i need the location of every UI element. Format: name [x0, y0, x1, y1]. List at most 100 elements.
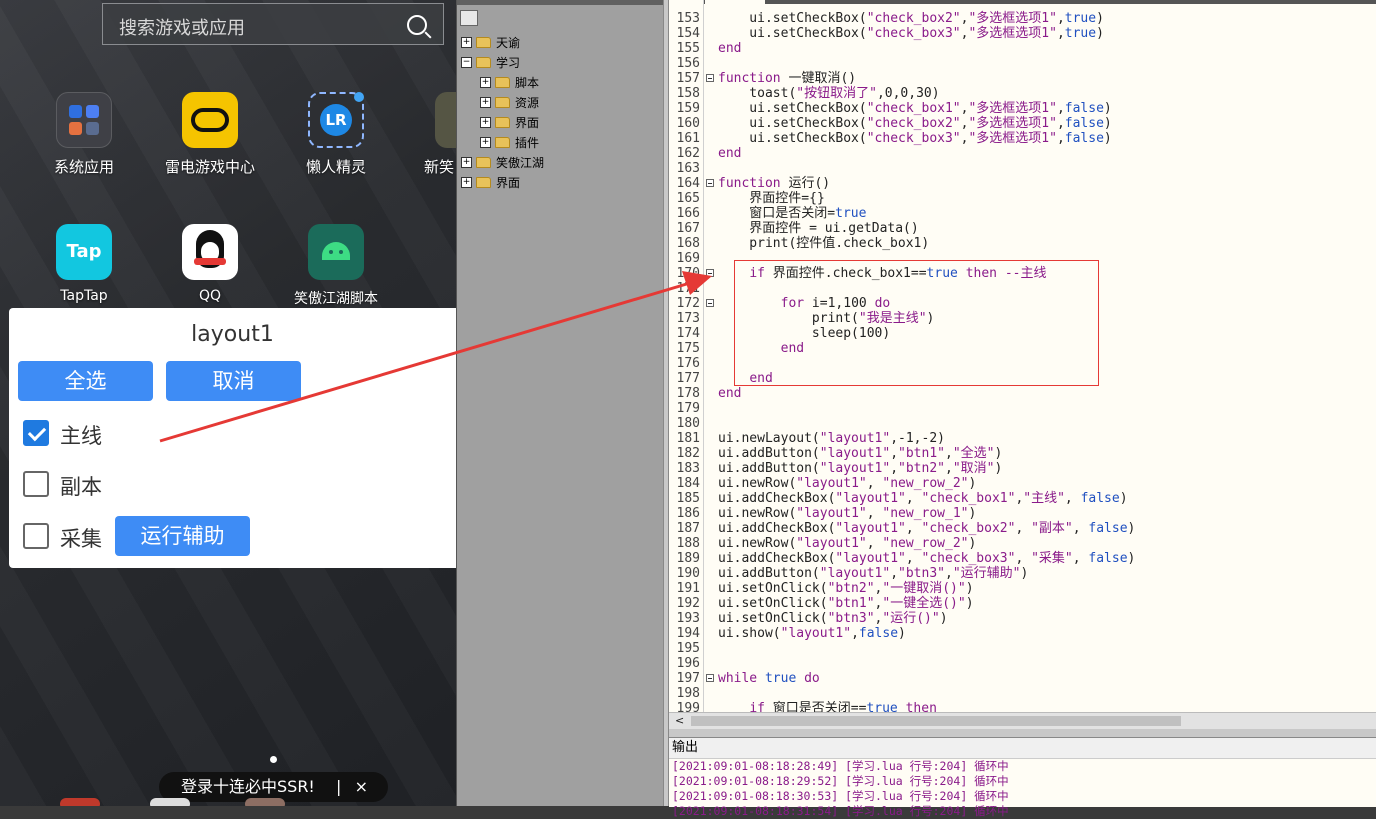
code-line[interactable]: 166 窗口是否关闭=true — [669, 206, 1376, 221]
code-line[interactable]: 159 ui.setCheckBox("check_box1","多选框选项1"… — [669, 101, 1376, 116]
run-assist-button[interactable]: 运行辅助 — [115, 516, 250, 556]
expand-icon[interactable]: + — [480, 76, 491, 88]
tree-item-scripts[interactable]: + 脚本 — [480, 72, 539, 92]
app-taptap[interactable]: Tap TapTap — [29, 224, 139, 304]
fold-toggle-icon[interactable] — [706, 269, 714, 277]
code-line[interactable]: 178 end — [669, 386, 1376, 401]
code-line[interactable]: 155 end — [669, 41, 1376, 56]
tree-item-xiaoao[interactable]: + 笑傲江湖 — [461, 152, 544, 172]
tree-item-jiemian[interactable]: + 界面 — [461, 172, 520, 192]
tree-item-label: 资源 — [515, 95, 540, 110]
code-text: end — [718, 146, 742, 161]
code-line[interactable]: 185 ui.addCheckBox("layout1", "check_box1… — [669, 491, 1376, 506]
line-number: 187 — [676, 521, 700, 536]
scrollbar-thumb[interactable] — [691, 716, 1181, 726]
code-line[interactable]: 187 ui.addCheckBox("layout1", "check_box2… — [669, 521, 1376, 536]
fold-toggle-icon[interactable] — [706, 674, 714, 682]
app-xinxiao[interactable]: 新笑 — [407, 92, 456, 177]
code-line[interactable]: 154 ui.setCheckBox("check_box3","多选框选项1"… — [669, 26, 1376, 41]
line-number: 158 — [676, 86, 700, 101]
checkbox-gather[interactable] — [23, 523, 49, 549]
expand-icon[interactable]: + — [480, 96, 491, 108]
code-line[interactable]: 163 — [669, 161, 1376, 176]
page-indicator — [270, 756, 277, 763]
tree-item-xuexi[interactable]: − 学习 — [461, 52, 520, 72]
code-line[interactable]: 183 ui.addButton("layout1","btn2","取消") — [669, 461, 1376, 476]
code-line[interactable]: 168 print(控件值.check_box1) — [669, 236, 1376, 251]
app-xiaoao-script[interactable]: 笑傲江湖脚本 — [281, 224, 391, 308]
code-line[interactable]: 164 function 运行() — [669, 176, 1376, 191]
line-number: 164 — [676, 176, 700, 191]
code-text: ui.addButton("layout1","btn1","全选") — [718, 446, 1003, 461]
app-leidian-game-center[interactable]: 雷电游戏中心 — [155, 92, 265, 177]
code-line[interactable]: 191 ui.setOnClick("btn2","一键取消()") — [669, 581, 1376, 596]
line-number: 160 — [676, 116, 700, 131]
code-text: ui.setOnClick("btn1","一键全选()") — [718, 596, 974, 611]
search-placeholder: 搜索游戏或应用 — [119, 18, 245, 39]
code-line[interactable]: 156 — [669, 56, 1376, 71]
panel-splitter[interactable] — [669, 729, 1376, 737]
cancel-button[interactable]: 取消 — [166, 361, 301, 401]
tree-item-label: 脚本 — [515, 75, 540, 90]
code-text: print(控件值.check_box1) — [718, 236, 930, 251]
expand-icon[interactable]: + — [480, 116, 491, 128]
code-line[interactable]: 181 ui.newLayout("layout1",-1,-2) — [669, 431, 1376, 446]
line-number: 174 — [676, 326, 700, 341]
toolbar-icon[interactable] — [460, 10, 478, 26]
code-line[interactable]: 192 ui.setOnClick("btn1","一键全选()") — [669, 596, 1376, 611]
lr-logo-text: LR — [320, 104, 352, 136]
code-line[interactable]: 189 ui.addCheckBox("layout1", "check_box3… — [669, 551, 1376, 566]
code-line[interactable]: 195 — [669, 641, 1376, 656]
app-system[interactable]: 系统应用 — [29, 92, 139, 177]
code-line[interactable]: 153 ui.setCheckBox("check_box2","多选框选项1"… — [669, 11, 1376, 26]
code-text: 界面控件={} — [718, 191, 825, 206]
fold-toggle-icon[interactable] — [706, 179, 714, 187]
app-lanren[interactable]: LR 懒人精灵 — [281, 92, 391, 177]
code-line[interactable]: 167 界面控件 = ui.getData() — [669, 221, 1376, 236]
code-line[interactable]: 188 ui.newRow("layout1", "new_row_2") — [669, 536, 1376, 551]
expand-icon[interactable]: + — [480, 136, 491, 148]
code-line[interactable]: 182 ui.addButton("layout1","btn1","全选") — [669, 446, 1376, 461]
app-qq[interactable]: QQ — [155, 224, 265, 304]
code-text: while true do — [718, 671, 820, 686]
expand-icon[interactable]: + — [461, 36, 472, 48]
code-line[interactable]: 193 ui.setOnClick("btn3","运行()") — [669, 611, 1376, 626]
code-line[interactable]: 197 while true do — [669, 671, 1376, 686]
search-bar[interactable]: 搜索游戏或应用 — [102, 3, 444, 45]
checkbox-dungeon[interactable] — [23, 471, 49, 497]
layout1-dialog: layout1 全选 取消 主线 副本 采集 运行辅助 — [9, 308, 456, 568]
select-all-button[interactable]: 全选 — [18, 361, 153, 401]
code-line[interactable]: 199 if 窗口是否关闭==true then — [669, 701, 1376, 712]
checkbox-mainline[interactable] — [23, 420, 49, 446]
code-line[interactable]: 190 ui.addButton("layout1","btn3","运行辅助") — [669, 566, 1376, 581]
code-line[interactable]: 180 — [669, 416, 1376, 431]
close-icon[interactable]: × — [355, 772, 368, 802]
expand-icon[interactable]: + — [461, 176, 472, 188]
tree-item-plugins[interactable]: + 插件 — [480, 132, 539, 152]
horizontal-scrollbar[interactable]: < — [669, 712, 1376, 730]
code-line[interactable]: 196 — [669, 656, 1376, 671]
collapse-icon[interactable]: − — [461, 56, 472, 68]
tree-item-resources[interactable]: + 资源 — [480, 92, 539, 112]
code-line[interactable]: 198 — [669, 686, 1376, 701]
code-line[interactable]: 158 toast("按钮取消了",0,0,30) — [669, 86, 1376, 101]
code-line[interactable]: 186 ui.newRow("layout1", "new_row_1") — [669, 506, 1376, 521]
search-icon[interactable] — [407, 15, 427, 35]
tree-item-tianyu[interactable]: + 天谕 — [461, 32, 520, 52]
editor-tab[interactable] — [705, 0, 765, 4]
line-number: 179 — [676, 401, 700, 416]
tree-item-ui[interactable]: + 界面 — [480, 112, 539, 132]
code-line[interactable]: 162 end — [669, 146, 1376, 161]
code-text: ui.setCheckBox("check_box3","多选框选项1",tru… — [718, 26, 1104, 41]
fold-toggle-icon[interactable] — [706, 74, 714, 82]
code-line[interactable]: 161 ui.setCheckBox("check_box3","多选框选项1"… — [669, 131, 1376, 146]
code-line[interactable]: 165 界面控件={} — [669, 191, 1376, 206]
code-line[interactable]: 179 — [669, 401, 1376, 416]
expand-icon[interactable]: + — [461, 156, 472, 168]
code-line[interactable]: 160 ui.setCheckBox("check_box2","多选框选项1"… — [669, 116, 1376, 131]
code-line[interactable]: 194 ui.show("layout1",false) — [669, 626, 1376, 641]
code-line[interactable]: 184 ui.newRow("layout1", "new_row_2") — [669, 476, 1376, 491]
scroll-left-icon[interactable]: < — [675, 714, 684, 727]
code-line[interactable]: 157 function 一键取消() — [669, 71, 1376, 86]
fold-toggle-icon[interactable] — [706, 299, 714, 307]
